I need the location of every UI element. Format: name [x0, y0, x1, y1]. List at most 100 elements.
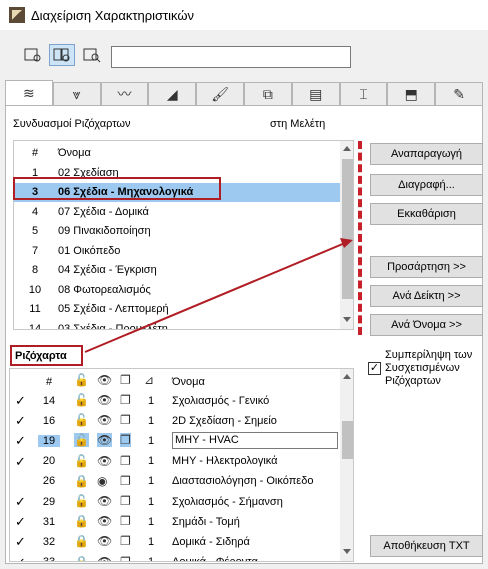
layer-row[interactable]: ✓ 14 🔓 👁 ❐ 1 Σχολιασμός - Γενικό: [10, 391, 340, 410]
visibility-check-icon[interactable]: ✓: [15, 454, 26, 470]
delete-button[interactable]: Διαγραφή...: [370, 174, 483, 196]
combo-row[interactable]: 4 07 Σχέδια - Δομικά: [14, 202, 340, 221]
combo-row[interactable]: 11 05 Σχέδια - Λεπτομερή: [14, 300, 340, 319]
layer-row[interactable]: ✓ 33 🔒 👁 ❐ 1 Δομικά - Φέροντα: [10, 553, 340, 561]
layers-scrollbar[interactable]: [340, 369, 353, 561]
page-icon[interactable]: ❐: [120, 514, 131, 528]
page-icon[interactable]: ❐: [120, 413, 131, 427]
hidden-eye-icon[interactable]: ◉: [97, 474, 107, 488]
visibility-check-icon[interactable]: ✓: [15, 534, 26, 550]
lock-icon[interactable]: 🔒: [74, 534, 89, 548]
eye-icon[interactable]: 👁: [97, 393, 112, 407]
tab-zone[interactable]: ⬒: [387, 82, 436, 106]
layer-row[interactable]: ✓ 19 🔓 👁 ❐ 1 ΜΗΥ - HVAC: [10, 431, 340, 451]
eye-icon[interactable]: 👁: [97, 514, 112, 528]
col-num-header: #: [31, 146, 39, 159]
scroll-down-icon[interactable]: [343, 317, 351, 322]
include-linked-checkbox[interactable]: ✓: [368, 362, 381, 375]
play-button[interactable]: Αναπαραγωγή: [370, 143, 483, 165]
view-list-button[interactable]: [20, 44, 46, 66]
visibility-check-icon[interactable]: ✓: [15, 433, 26, 449]
visibility-check-icon[interactable]: ✓: [15, 494, 26, 510]
scroll-up-icon[interactable]: [343, 146, 351, 151]
combo-row[interactable]: 14 03 Σχέδια - Προμελέτη: [14, 319, 340, 330]
by-index-button[interactable]: Ανά Δείκτη >>: [370, 285, 483, 307]
visibility-check-icon[interactable]: ✓: [15, 393, 26, 409]
scroll-up-icon[interactable]: [343, 374, 351, 379]
combo-num: 5: [31, 225, 39, 237]
layer-name: Διαστασιολόγηση - Οικόπεδο: [172, 475, 314, 488]
scroll-down-icon[interactable]: [343, 549, 351, 554]
layer-name: 2D Σχεδίαση - Σημείο: [172, 414, 277, 427]
layer-row[interactable]: 26 🔒 ◉ ❐ 1 Διαστασιολόγηση - Οικόπεδο: [10, 472, 340, 491]
layers-list[interactable]: # 🔓 👁 ❐ ⊿ Όνομα ✓ 14 🔓 👁 ❐ 1 Σχολιασμός - Γενι…: [9, 368, 354, 562]
eye-icon[interactable]: 👁: [97, 433, 113, 448]
tab-composite[interactable]: ▤: [291, 82, 340, 106]
view-detail-button[interactable]: [79, 44, 105, 66]
unlock-icon[interactable]: 🔓: [74, 494, 89, 508]
combo-row[interactable]: 7 01 Οικόπεδο: [14, 241, 340, 260]
combo-num: 11: [29, 303, 41, 315]
combo-name: 07 Σχέδια - Δομικά: [58, 205, 149, 218]
layer-row[interactable]: ✓ 29 🔓 👁 ❐ 1 Σχολιασμός - Σήμανση: [10, 492, 340, 511]
by-name-button[interactable]: Ανά Όνομα >>: [370, 314, 483, 336]
fill-icon: ◢: [166, 85, 178, 102]
eye-icon[interactable]: 👁: [97, 494, 112, 508]
visibility-check-icon[interactable]: ✓: [15, 555, 26, 561]
detail-view-icon: [83, 48, 101, 63]
scroll-thumb[interactable]: [342, 421, 353, 459]
unlock-icon[interactable]: 🔓: [74, 433, 89, 448]
eye-icon[interactable]: 👁: [97, 534, 112, 548]
tab-brush[interactable]: 🖌: [196, 82, 244, 106]
eye-icon[interactable]: 👁: [97, 454, 112, 468]
combo-row[interactable]: 5 09 Πινακιδοποίηση: [14, 222, 340, 241]
tab-surface[interactable]: ✎: [435, 82, 483, 106]
page-icon[interactable]: ❐: [120, 555, 131, 561]
col-name-header: Όνομα: [172, 375, 205, 388]
page-icon[interactable]: ❐: [120, 494, 131, 508]
purge-button[interactable]: Εκκαθάριση: [370, 203, 483, 225]
combos-heading: Συνδυασμοί Ριζόχαρτων: [13, 118, 131, 130]
page-icon[interactable]: ❐: [120, 454, 131, 468]
tab-layers[interactable]: ≋: [5, 80, 53, 106]
combo-row[interactable]: 10 08 Φωτορεαλισμός: [14, 280, 340, 299]
page-column-icon: ❐: [120, 373, 131, 387]
combo-name: 04 Σχέδια - Έγκριση: [58, 264, 157, 276]
page-icon[interactable]: ❐: [120, 433, 131, 448]
layer-row[interactable]: ✓ 16 🔓 👁 ❐ 1 2D Σχεδίαση - Σημείο: [10, 411, 340, 430]
lock-icon[interactable]: 🔒: [74, 474, 89, 488]
tab-building-material[interactable]: ⧉: [243, 82, 292, 106]
lock-icon[interactable]: 🔒: [74, 555, 89, 561]
app-icon: [9, 7, 25, 23]
combo-row[interactable]: 8 04 Σχέδια - Έγκριση: [14, 261, 340, 280]
visibility-check-icon[interactable]: ✓: [15, 514, 26, 530]
search-input[interactable]: [111, 46, 351, 68]
view-split-button[interactable]: [49, 44, 75, 66]
eye-icon[interactable]: 👁: [97, 555, 112, 561]
page-icon[interactable]: ❐: [120, 393, 131, 407]
save-txt-button[interactable]: Αποθήκευση TXT: [370, 535, 483, 557]
tab-pen[interactable]: ⩔: [52, 82, 101, 106]
unlock-icon[interactable]: 🔓: [74, 393, 89, 407]
unlock-icon[interactable]: 🔓: [74, 454, 89, 468]
append-button[interactable]: Προσάρτηση >>: [370, 256, 483, 278]
layer-row[interactable]: ✓ 32 🔒 👁 ❐ 1 Δομικά - Σιδηρά: [10, 532, 340, 551]
lock-icon[interactable]: 🔒: [74, 514, 89, 528]
tab-fill[interactable]: ◢: [148, 82, 197, 106]
layer-num: 29: [42, 495, 56, 508]
surface-icon: ✎: [453, 85, 465, 102]
unlock-icon[interactable]: 🔓: [74, 413, 89, 427]
eye-icon[interactable]: 👁: [97, 413, 112, 427]
page-icon[interactable]: ❐: [120, 474, 131, 488]
scroll-thumb[interactable]: [342, 159, 353, 299]
intersection-group: 1: [146, 556, 156, 561]
tab-profile[interactable]: ⌶: [339, 82, 388, 106]
layer-row[interactable]: ✓ 31 🔒 👁 ❐ 1 Σημάδι - Τομή: [10, 512, 340, 531]
visibility-check-icon[interactable]: ✓: [15, 413, 26, 429]
page-icon[interactable]: ❐: [120, 534, 131, 548]
combos-list[interactable]: # Όνομα 1 02 Σχεδίαση 3 06 Σχέδια - Μηχανολ…: [13, 140, 354, 330]
layer-row[interactable]: ✓ 20 🔓 👁 ❐ 1 ΜΗΥ - Ηλεκτρολογικά: [10, 452, 340, 471]
combos-scrollbar[interactable]: [340, 141, 353, 329]
tab-line-type[interactable]: 〰: [100, 82, 149, 106]
building-material-icon: ⧉: [262, 85, 273, 102]
